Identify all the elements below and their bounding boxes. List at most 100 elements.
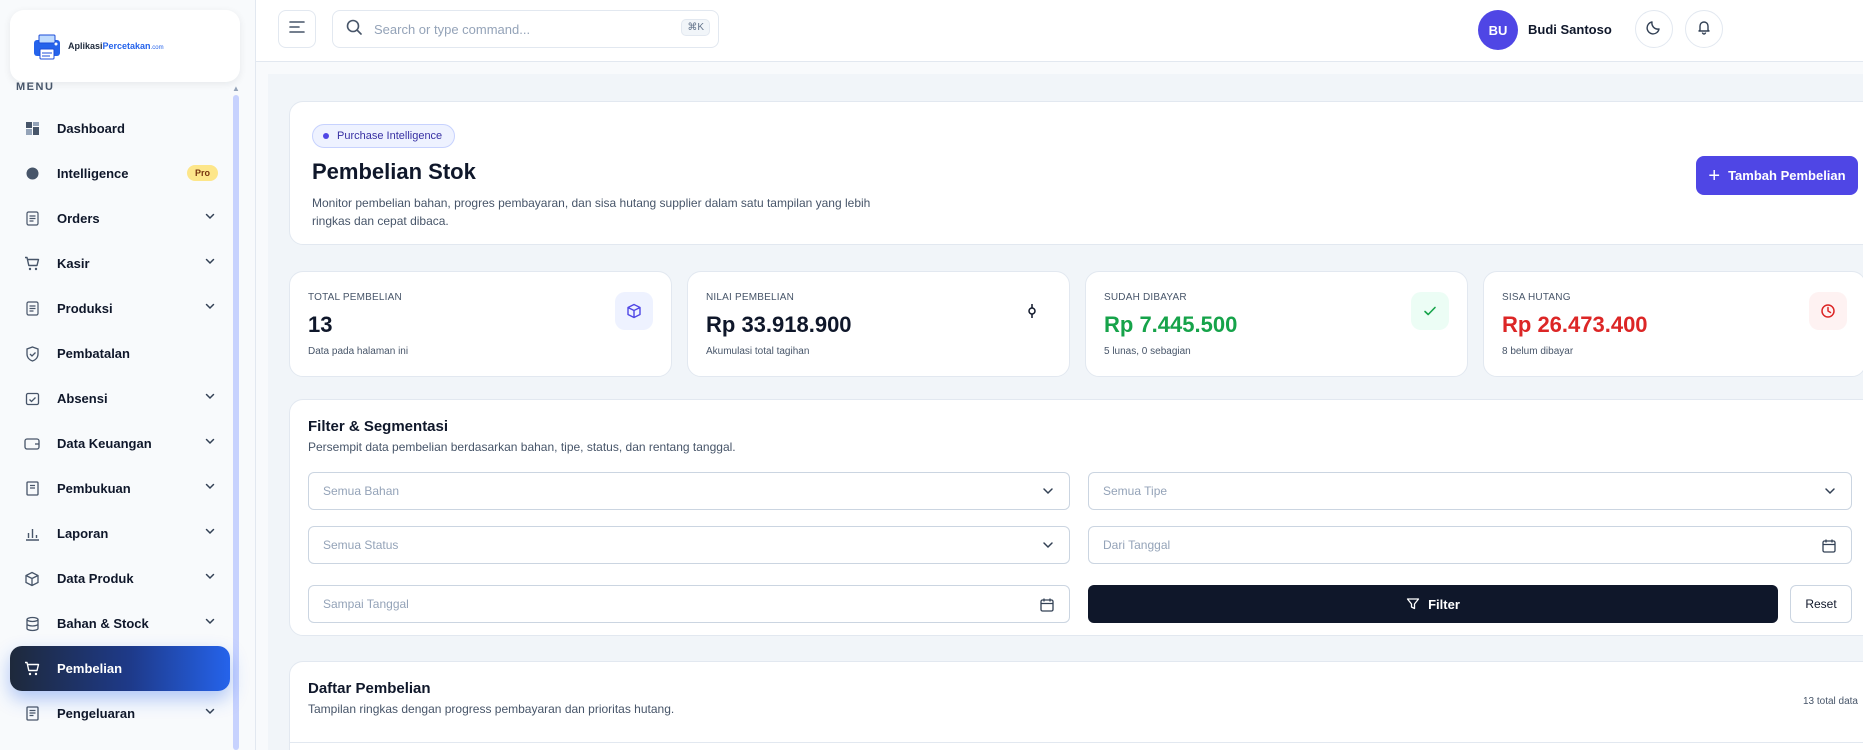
stat-value: Rp 7.445.500: [1104, 312, 1238, 337]
bahan-select[interactable]: Semua Bahan: [308, 472, 1070, 510]
stat-card-hutang: SISA HUTANG Rp 26.473.400 8 belum dibaya…: [1483, 271, 1863, 377]
search-box[interactable]: Search or type command... ⌘K: [332, 10, 719, 48]
page-description: Monitor pembelian bahan, progres pembaya…: [312, 196, 871, 228]
apply-filter-button[interactable]: Filter: [1088, 585, 1778, 623]
pro-badge: Pro: [186, 165, 218, 181]
list-total-count: 13 total data: [1802, 696, 1858, 707]
calendar-icon[interactable]: [1821, 538, 1837, 557]
brand-name: AplikasiPercetakan.com: [68, 41, 164, 51]
stat-subtext: 8 belum dibayar: [1502, 346, 1574, 357]
reset-filter-button[interactable]: Reset: [1790, 585, 1852, 623]
menu-toggle-button[interactable]: [278, 10, 316, 48]
sidebar-item-kasir[interactable]: Kasir: [10, 241, 230, 286]
filter-description: Persempit data pembelian berdasarkan bah…: [308, 440, 736, 454]
sidebar-item-bahan-stock[interactable]: Bahan & Stock: [10, 601, 230, 646]
sidebar-item-label: Data Produk: [57, 571, 134, 586]
sidebar-item-label: Kasir: [57, 256, 90, 271]
search-input[interactable]: Search or type command...: [374, 22, 530, 37]
brand-logo[interactable]: AplikasiPercetakan.com: [10, 10, 240, 82]
stat-subtext: 5 lunas, 0 sebagian: [1104, 346, 1191, 357]
dari-tanggal-placeholder: Dari Tanggal: [1103, 538, 1171, 552]
section-pill: Purchase Intelligence: [312, 124, 456, 148]
search-icon: [346, 19, 362, 40]
calendar-check-icon: [24, 391, 40, 407]
cube-icon: [615, 292, 653, 330]
box-icon: [24, 571, 40, 587]
chevron-down-icon: [204, 210, 216, 225]
chevron-down-icon: [204, 255, 216, 270]
sampai-tanggal-input[interactable]: Sampai Tanggal: [308, 585, 1070, 623]
chevron-down-icon: [1041, 484, 1055, 501]
stat-value: Rp 33.918.900: [706, 312, 852, 337]
dari-tanggal-input[interactable]: Dari Tanggal: [1088, 526, 1852, 564]
status-select[interactable]: Semua Status: [308, 526, 1070, 564]
chevron-down-icon: [204, 570, 216, 585]
sidebar-item-pembelian[interactable]: Pembelian: [10, 646, 230, 691]
sidebar-item-orders[interactable]: Orders: [10, 196, 230, 241]
plus-icon: +: [1708, 164, 1721, 187]
sidebar-item-data-produk[interactable]: Data Produk: [10, 556, 230, 601]
tipe-select[interactable]: Semua Tipe: [1088, 472, 1852, 510]
stat-value: 13: [308, 312, 333, 337]
bahan-select-value: Semua Bahan: [323, 484, 400, 498]
commit-icon: [1013, 292, 1051, 330]
sidebar-item-label: Laporan: [57, 526, 109, 541]
sidebar-item-intelligence[interactable]: Intelligence Pro: [10, 151, 230, 196]
chevron-down-icon: [204, 435, 216, 450]
add-purchase-label: Tambah Pembelian: [1728, 168, 1846, 183]
bar-chart-icon: [24, 526, 40, 542]
sidebar-item-data-keuangan[interactable]: Data Keuangan: [10, 421, 230, 466]
sidebar-item-dashboard[interactable]: Dashboard: [10, 106, 230, 151]
user-name[interactable]: Budi Santoso: [1528, 22, 1612, 37]
filter-button-label: Filter: [1428, 596, 1460, 612]
sidebar-item-produksi[interactable]: Produksi: [10, 286, 230, 331]
chevron-down-icon: [204, 300, 216, 315]
notifications-button[interactable]: [1685, 10, 1723, 48]
stat-card-nilai: NILAI PEMBELIAN Rp 33.918.900 Akumulasi …: [687, 271, 1070, 377]
main-content: Purchase Intelligence Pembelian Stok Mon…: [268, 74, 1863, 750]
sidebar-item-pembatalan[interactable]: Pembatalan: [10, 331, 230, 376]
shield-icon: [24, 345, 40, 362]
sidebar-item-laporan[interactable]: Laporan: [10, 511, 230, 556]
chevron-down-icon: [204, 705, 216, 720]
list-description: Tampilan ringkas dengan progress pembaya…: [308, 702, 675, 716]
user-avatar[interactable]: BU: [1478, 10, 1518, 50]
list-icon: [24, 301, 40, 317]
sidebar-item-label: Orders: [57, 211, 100, 226]
sidebar-item-label: Pembelian: [57, 661, 123, 676]
sidebar-item-label: Bahan & Stock: [57, 616, 149, 631]
pill-dot-icon: [323, 133, 329, 139]
stat-label: SISA HUTANG: [1502, 292, 1571, 303]
sidebar-item-label: Produksi: [57, 301, 113, 316]
page-hero-card: Purchase Intelligence Pembelian Stok Mon…: [289, 101, 1863, 245]
pill-label: Purchase Intelligence: [337, 130, 443, 142]
list-icon: [24, 211, 40, 227]
sidebar-item-label: Pembukuan: [57, 481, 131, 496]
printer-logo-icon: [32, 32, 66, 60]
stat-card-total: TOTAL PEMBELIAN 13 Data pada halaman ini: [289, 271, 672, 377]
wallet-icon: [24, 436, 40, 452]
scroll-up-arrow-icon[interactable]: ▲: [232, 84, 240, 93]
theme-toggle-button[interactable]: [1635, 10, 1673, 48]
receipt-icon: [24, 706, 40, 722]
sidebar-item-absensi[interactable]: Absensi: [10, 376, 230, 421]
chevron-down-icon: [1041, 538, 1055, 555]
stat-label: NILAI PEMBELIAN: [706, 292, 795, 303]
page-title: Pembelian Stok: [312, 159, 476, 184]
sidebar-item-label: Pembatalan: [57, 346, 130, 361]
funnel-icon: [1406, 597, 1420, 611]
bell-icon: [1696, 19, 1712, 40]
dashboard-icon: [24, 121, 40, 137]
cart-icon: [24, 256, 40, 272]
moon-icon: [1646, 19, 1662, 40]
sidebar-item-label: Dashboard: [57, 121, 125, 136]
sidebar-item-pengeluaran[interactable]: Pengeluaran: [10, 691, 230, 736]
stat-label: TOTAL PEMBELIAN: [308, 292, 402, 303]
tipe-select-value: Semua Tipe: [1103, 484, 1168, 498]
add-purchase-button[interactable]: + Tambah Pembelian: [1696, 156, 1858, 195]
search-shortcut-badge: ⌘K: [681, 19, 710, 36]
sidebar-item-pembukuan[interactable]: Pembukuan: [10, 466, 230, 511]
sidebar-scrollbar[interactable]: [233, 95, 239, 750]
calendar-icon[interactable]: [1039, 597, 1055, 616]
stat-value: Rp 26.473.400: [1502, 312, 1648, 337]
